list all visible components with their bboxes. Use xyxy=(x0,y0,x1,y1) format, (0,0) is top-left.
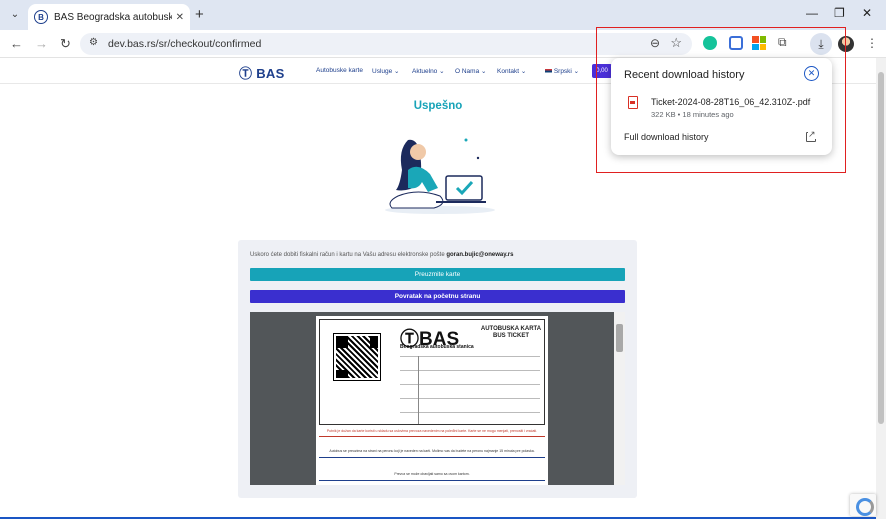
new-tab-button[interactable]: + xyxy=(195,6,204,23)
ticket-divider xyxy=(400,398,540,399)
download-file-meta: 322 KB • 18 minutes ago xyxy=(651,110,734,119)
ticket-divider xyxy=(400,412,540,413)
ticket-pdf-page: ⓉBAS Beogradska autobuska stanica AUTOBU… xyxy=(316,316,548,485)
nav-language-label: Srpski ⌄ xyxy=(553,68,580,75)
ticket-last-notice: Prevoz se može obavljati samo sa ovom ka… xyxy=(319,472,545,481)
back-to-home-button[interactable]: Povratak na početnu stranu xyxy=(250,290,625,303)
back-arrow-icon[interactable]: ← xyxy=(10,36,23,51)
microsoft-extension-icon[interactable] xyxy=(752,36,766,50)
nav-usluge[interactable]: Usluge ⌄ xyxy=(372,67,400,75)
nav-o-nama[interactable]: O Nama ⌄ xyxy=(455,67,486,75)
download-file-name[interactable]: Ticket-2024-08-28T16_06_42.310Z-.pdf xyxy=(651,97,810,107)
ticket-qr-code xyxy=(333,333,381,381)
site-logo[interactable]: Ⓣ BAS xyxy=(239,63,285,82)
address-bar[interactable]: ⚙ dev.bas.rs/sr/checkout/confirmed ⊖ ☆ xyxy=(80,33,692,55)
nav-language[interactable]: Srpski ⌄ xyxy=(545,67,579,75)
illustration-body xyxy=(408,166,438,192)
ticket-divider-vertical xyxy=(418,356,419,424)
minimize-button[interactable]: — xyxy=(806,6,818,20)
ticket-divider xyxy=(400,384,540,385)
zoom-icon[interactable]: ⊖ xyxy=(650,36,660,50)
download-history-popup: Recent download history ✕ Ticket-2024-08… xyxy=(611,58,832,155)
illustration-face xyxy=(410,144,426,160)
close-icon[interactable]: ✕ xyxy=(804,66,819,81)
site-logo-text: BAS xyxy=(256,66,285,81)
browser-tab[interactable]: B BAS Beogradska autobuska st ✕ xyxy=(28,4,190,30)
ticket-red-notice: Putnik je dužan da karte koristi u sklad… xyxy=(319,429,545,437)
cart-button[interactable]: 0,00 xyxy=(592,64,612,78)
ticket-blue-notice: Autobus se preuzima na strani na peronu … xyxy=(319,449,545,458)
forward-arrow-icon[interactable]: → xyxy=(35,36,48,51)
tab-close-icon[interactable]: ✕ xyxy=(176,12,184,23)
success-illustration xyxy=(385,138,495,214)
pdf-file-icon xyxy=(628,96,638,109)
nav-kontakt[interactable]: Kontakt ⌄ xyxy=(497,67,526,75)
download-popup-title: Recent download history xyxy=(624,69,745,81)
tab-strip: ⌄ B BAS Beogradska autobuska st ✕ + — ❐ … xyxy=(0,0,886,30)
ticket-divider xyxy=(400,356,540,357)
grammarly-extension-icon[interactable] xyxy=(703,36,717,50)
pdf-scroll-thumb[interactable] xyxy=(616,324,623,352)
illustration-legs xyxy=(389,191,444,209)
illustration-dot xyxy=(476,156,480,160)
ticket-title: AUTOBUSKA KARTA BUS TICKET xyxy=(480,326,542,340)
confirmation-card: Uskoro ćete dobiti fiskalni račun i kart… xyxy=(238,240,637,498)
ticket-divider xyxy=(400,370,540,371)
nav-aktuelno[interactable]: Aktuelno ⌄ xyxy=(412,67,445,75)
full-download-history-link[interactable]: Full download history xyxy=(624,132,709,142)
ticket-pdf-viewer[interactable]: ⓉBAS Beogradska autobuska stanica AUTOBU… xyxy=(250,312,625,485)
page-scroll-thumb[interactable] xyxy=(878,72,884,424)
bookmark-star-icon[interactable]: ☆ xyxy=(670,35,682,51)
confirmation-info-text: Uskoro ćete dobiti fiskalni račun i kart… xyxy=(250,252,445,258)
confirmation-email: goran.bujic@oneway.rs xyxy=(446,252,514,258)
ticket-box: ⓉBAS Beogradska autobuska stanica AUTOBU… xyxy=(319,319,545,425)
profile-avatar[interactable] xyxy=(838,36,854,52)
reload-icon[interactable]: ↻ xyxy=(60,36,71,52)
close-window-button[interactable]: ✕ xyxy=(862,6,872,20)
site-favicon-icon: B xyxy=(34,10,48,24)
restore-button[interactable]: ❐ xyxy=(834,6,845,20)
download-tickets-button[interactable]: Preuzmite karte xyxy=(250,268,625,281)
open-external-icon[interactable] xyxy=(806,129,816,142)
illustration-dot xyxy=(464,138,468,142)
confirmation-info: Uskoro ćete dobiti fiskalni račun i kart… xyxy=(250,252,513,258)
downloads-icon[interactable]: ⤓ xyxy=(810,33,832,55)
site-info-icon[interactable]: ⚙ xyxy=(89,37,98,48)
tab-search-icon[interactable]: ⌄ xyxy=(6,5,24,23)
illustration-laptop xyxy=(445,175,483,201)
tab-title: BAS Beogradska autobuska st xyxy=(54,11,172,23)
extensions-puzzle-icon[interactable]: ⧉ xyxy=(778,35,792,49)
recaptcha-badge[interactable] xyxy=(850,494,876,516)
ticket-title-line1: AUTOBUSKA KARTA xyxy=(480,326,542,332)
ticket-title-line2: BUS TICKET xyxy=(493,333,529,339)
browser-menu-icon[interactable]: ⋮ xyxy=(866,36,878,50)
url-text[interactable]: dev.bas.rs/sr/checkout/confirmed xyxy=(108,38,261,50)
flag-icon xyxy=(545,68,552,74)
ticket-subtitle: Beogradska autobuska stanica xyxy=(400,344,474,350)
clipboard-extension-icon[interactable] xyxy=(729,36,743,50)
nav-autobuske-karte[interactable]: Autobuske karte xyxy=(316,67,363,74)
